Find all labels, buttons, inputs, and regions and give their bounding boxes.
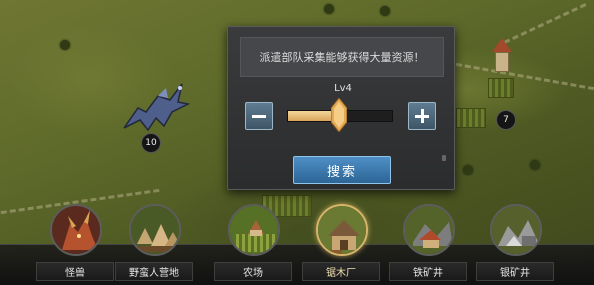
decrease-level-button[interactable] <box>245 102 273 130</box>
minus-icon <box>252 114 266 118</box>
category-iron-mine[interactable]: 铁矿井 <box>389 204 467 285</box>
dragon-monster[interactable] <box>118 78 190 136</box>
resource-search-popup: 派遣部队采集能够获得大量资源！ Lv4 搜索 <box>227 26 455 190</box>
tree <box>380 6 390 16</box>
barbarian-camp-icon <box>129 204 181 256</box>
silver-mine-icon <box>490 204 542 256</box>
category-label: 怪兽 <box>36 262 114 281</box>
tower-body <box>495 52 509 72</box>
farm-icon <box>228 204 280 256</box>
farm-field <box>456 108 486 128</box>
monster-icon <box>50 204 102 256</box>
category-label: 野蛮人营地 <box>115 262 193 281</box>
category-barbarian-camp[interactable]: 野蛮人营地 <box>115 204 193 285</box>
search-button[interactable]: 搜索 <box>293 156 391 184</box>
level-slider-fill <box>288 111 335 121</box>
increase-level-button[interactable] <box>408 102 436 130</box>
category-sawmill[interactable]: 锯木厂 <box>302 204 380 285</box>
tower-level-badge: 7 <box>496 110 516 130</box>
tree <box>530 160 540 170</box>
category-label: 铁矿井 <box>389 262 467 281</box>
category-label: 农场 <box>214 262 292 281</box>
iron-mine-icon <box>403 204 455 256</box>
level-slider-thumb[interactable] <box>331 98 347 132</box>
category-farm[interactable]: 农场 <box>214 204 292 285</box>
tree <box>463 165 473 175</box>
popup-hint-text: 派遣部队采集能够获得大量资源！ <box>240 37 444 77</box>
category-monster[interactable]: 怪兽 <box>36 204 114 285</box>
map-road <box>455 62 594 91</box>
category-label: 锯木厂 <box>302 262 380 281</box>
sawmill-icon <box>316 204 368 256</box>
watch-tower[interactable] <box>492 38 512 72</box>
tower-roof <box>492 38 512 52</box>
plus-icon-vertical <box>420 109 424 123</box>
tree <box>324 4 334 14</box>
category-label: 银矿井 <box>476 262 554 281</box>
tree <box>60 40 70 50</box>
farm-field <box>488 78 514 98</box>
popup-indicator <box>442 155 446 161</box>
category-silver-mine[interactable]: 银矿井 <box>476 204 554 285</box>
dragon-level-badge: 10 <box>141 133 161 153</box>
map-road <box>503 3 587 44</box>
level-label: Lv4 <box>334 83 352 94</box>
